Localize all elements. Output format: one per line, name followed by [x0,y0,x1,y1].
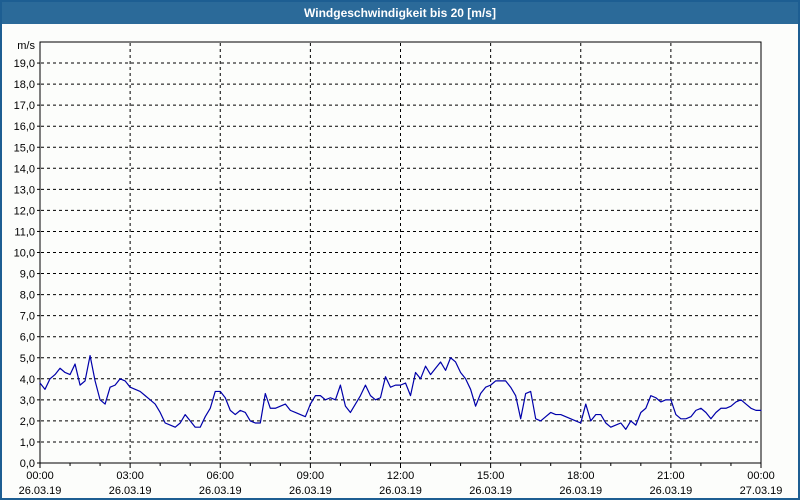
svg-text:11,0: 11,0 [14,226,35,238]
svg-text:26.03.19: 26.03.19 [469,485,512,497]
svg-text:00:00: 00:00 [26,470,54,482]
chart-title-bar: Windgeschwindigkeit bis 20 [m/s] [2,2,798,24]
svg-text:03:00: 03:00 [116,470,144,482]
svg-text:14,0: 14,0 [14,163,35,175]
svg-text:26.03.19: 26.03.19 [379,485,422,497]
svg-text:26.03.19: 26.03.19 [199,485,242,497]
svg-text:26.03.19: 26.03.19 [649,485,692,497]
svg-text:17,0: 17,0 [14,100,35,112]
svg-text:06:00: 06:00 [206,470,234,482]
svg-text:12:00: 12:00 [387,470,415,482]
svg-text:10,0: 10,0 [14,248,35,260]
svg-text:0,0: 0,0 [20,458,35,470]
svg-text:16,0: 16,0 [14,121,35,133]
svg-text:3,0: 3,0 [20,395,35,407]
svg-text:8,0: 8,0 [20,290,35,302]
svg-text:4,0: 4,0 [20,374,35,386]
svg-text:26.03.19: 26.03.19 [19,485,62,497]
svg-text:21:00: 21:00 [657,470,685,482]
svg-text:6,0: 6,0 [20,332,35,344]
svg-text:2,0: 2,0 [20,416,35,428]
svg-text:19,0: 19,0 [14,58,35,70]
svg-text:27.03.19: 27.03.19 [740,485,783,497]
svg-text:09:00: 09:00 [297,470,325,482]
svg-text:12,0: 12,0 [14,205,35,217]
svg-text:26.03.19: 26.03.19 [559,485,602,497]
svg-text:18:00: 18:00 [567,470,595,482]
svg-text:9,0: 9,0 [20,269,35,281]
chart-window: Windgeschwindigkeit bis 20 [m/s] 0,0 1,0 2… [0,0,800,500]
svg-text:15,0: 15,0 [14,142,35,154]
svg-text:26.03.19: 26.03.19 [109,485,152,497]
svg-text:00:00: 00:00 [747,470,775,482]
svg-text:26.03.19: 26.03.19 [289,485,332,497]
svg-text:15:00: 15:00 [477,470,505,482]
wind-speed-line-chart: 0,0 1,0 2,0 3,0 4,0 5,0 6,0 7,0 8,0 9,0 10,0 11,0 12… [14,40,783,497]
svg-text:7,0: 7,0 [20,311,35,323]
svg-text:13,0: 13,0 [14,184,35,196]
svg-text:1,0: 1,0 [20,437,35,449]
svg-text:5,0: 5,0 [20,353,35,365]
chart-area: 0,0 1,0 2,0 3,0 4,0 5,0 6,0 7,0 8,0 9,0 10,0 11,0 12… [2,24,798,498]
svg-text:m/s: m/s [17,40,35,52]
svg-text:18,0: 18,0 [14,79,35,91]
